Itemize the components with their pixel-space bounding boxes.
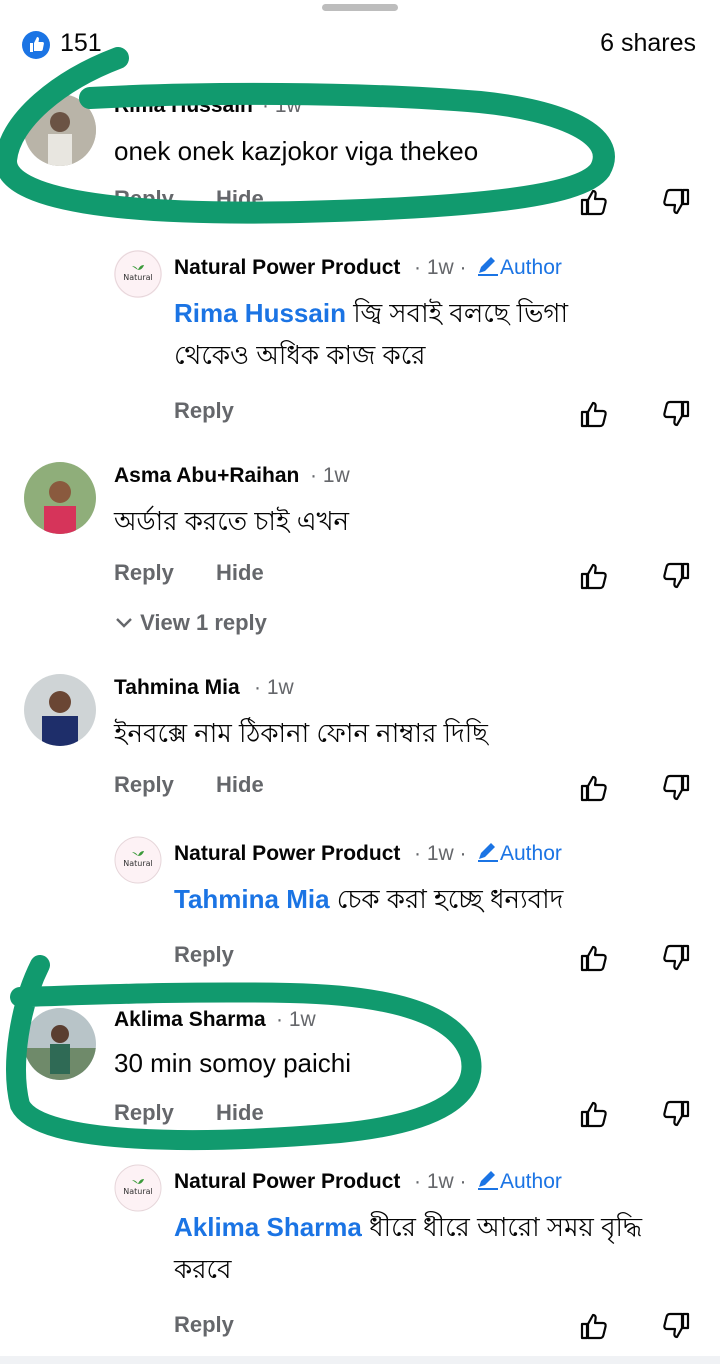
comment-text: Tahmina Mia চেক করা হচ্ছে ধন্যবাদ <box>174 884 564 914</box>
comment-time: · 1w · <box>414 1170 467 1193</box>
comment-text: ইনবক্সে নাম ঠিকানা ফোন নাম্বার দিছি <box>114 718 488 748</box>
commenter-name[interactable]: Natural Power Product <box>174 842 400 866</box>
like-icon[interactable] <box>578 560 610 592</box>
reply-button[interactable]: Reply <box>114 772 174 798</box>
chevron-down-icon <box>116 618 132 628</box>
reply-button[interactable]: Reply <box>114 560 174 586</box>
author-badge: Author <box>476 1170 562 1194</box>
dislike-icon[interactable] <box>660 560 692 592</box>
like-icon[interactable] <box>578 398 610 430</box>
pencil-icon <box>478 843 498 862</box>
comment-time: · 1w · <box>414 256 467 279</box>
pencil-icon <box>478 257 498 276</box>
highlight-annotation <box>0 47 615 224</box>
svg-text:Natural: Natural <box>123 273 153 282</box>
bottom-divider <box>0 1356 720 1364</box>
commenter-name[interactable]: Tahmina Mia <box>114 676 240 700</box>
comment-text: Rima Hussain জ্বি সবাই বলছে ভিগা থেকেও অ… <box>174 298 569 370</box>
avatar[interactable] <box>24 674 96 746</box>
svg-text:Natural: Natural <box>123 859 153 868</box>
page-avatar[interactable]: Natural <box>114 250 162 298</box>
author-badge: Author <box>476 842 562 866</box>
hide-button[interactable]: Hide <box>216 772 264 798</box>
commenter-name[interactable]: Natural Power Product <box>174 256 400 280</box>
like-icon[interactable] <box>578 1310 610 1342</box>
comment-text: অর্ডার করতে চাই এখন <box>114 506 350 536</box>
page-avatar[interactable]: Natural <box>114 1164 162 1212</box>
pencil-icon <box>478 1171 498 1190</box>
page-avatar[interactable]: Natural <box>114 836 162 884</box>
commenter-name[interactable]: Asma Abu+Raihan <box>114 464 299 488</box>
mention-link[interactable]: Tahmina Mia <box>174 884 330 914</box>
dislike-icon[interactable] <box>660 1310 692 1342</box>
mention-link[interactable]: Aklima Sharma <box>174 1212 362 1242</box>
reply-button[interactable]: Reply <box>174 1312 234 1338</box>
svg-text:Natural: Natural <box>123 1187 153 1196</box>
highlight-annotation <box>6 955 482 1150</box>
commenter-name[interactable]: Natural Power Product <box>174 1170 400 1194</box>
mention-link[interactable]: Rima Hussain <box>174 298 346 328</box>
dislike-icon[interactable] <box>660 772 692 804</box>
avatar[interactable] <box>24 462 96 534</box>
comment-time: · 1w <box>254 676 294 699</box>
sheet-drag-handle[interactable] <box>322 4 398 11</box>
comment-text: Aklima Sharma ধীরে ধীরে আরো সময় বৃদ্ধি … <box>174 1212 643 1284</box>
view-replies-button[interactable]: View 1 reply <box>114 610 267 636</box>
comment-time: · 1w · <box>414 842 467 865</box>
author-badge: Author <box>476 256 562 280</box>
dislike-icon[interactable] <box>660 398 692 430</box>
hide-button[interactable]: Hide <box>216 560 264 586</box>
like-icon[interactable] <box>578 772 610 804</box>
comment-time: · 1w <box>310 464 350 487</box>
reply-button[interactable]: Reply <box>174 398 234 424</box>
